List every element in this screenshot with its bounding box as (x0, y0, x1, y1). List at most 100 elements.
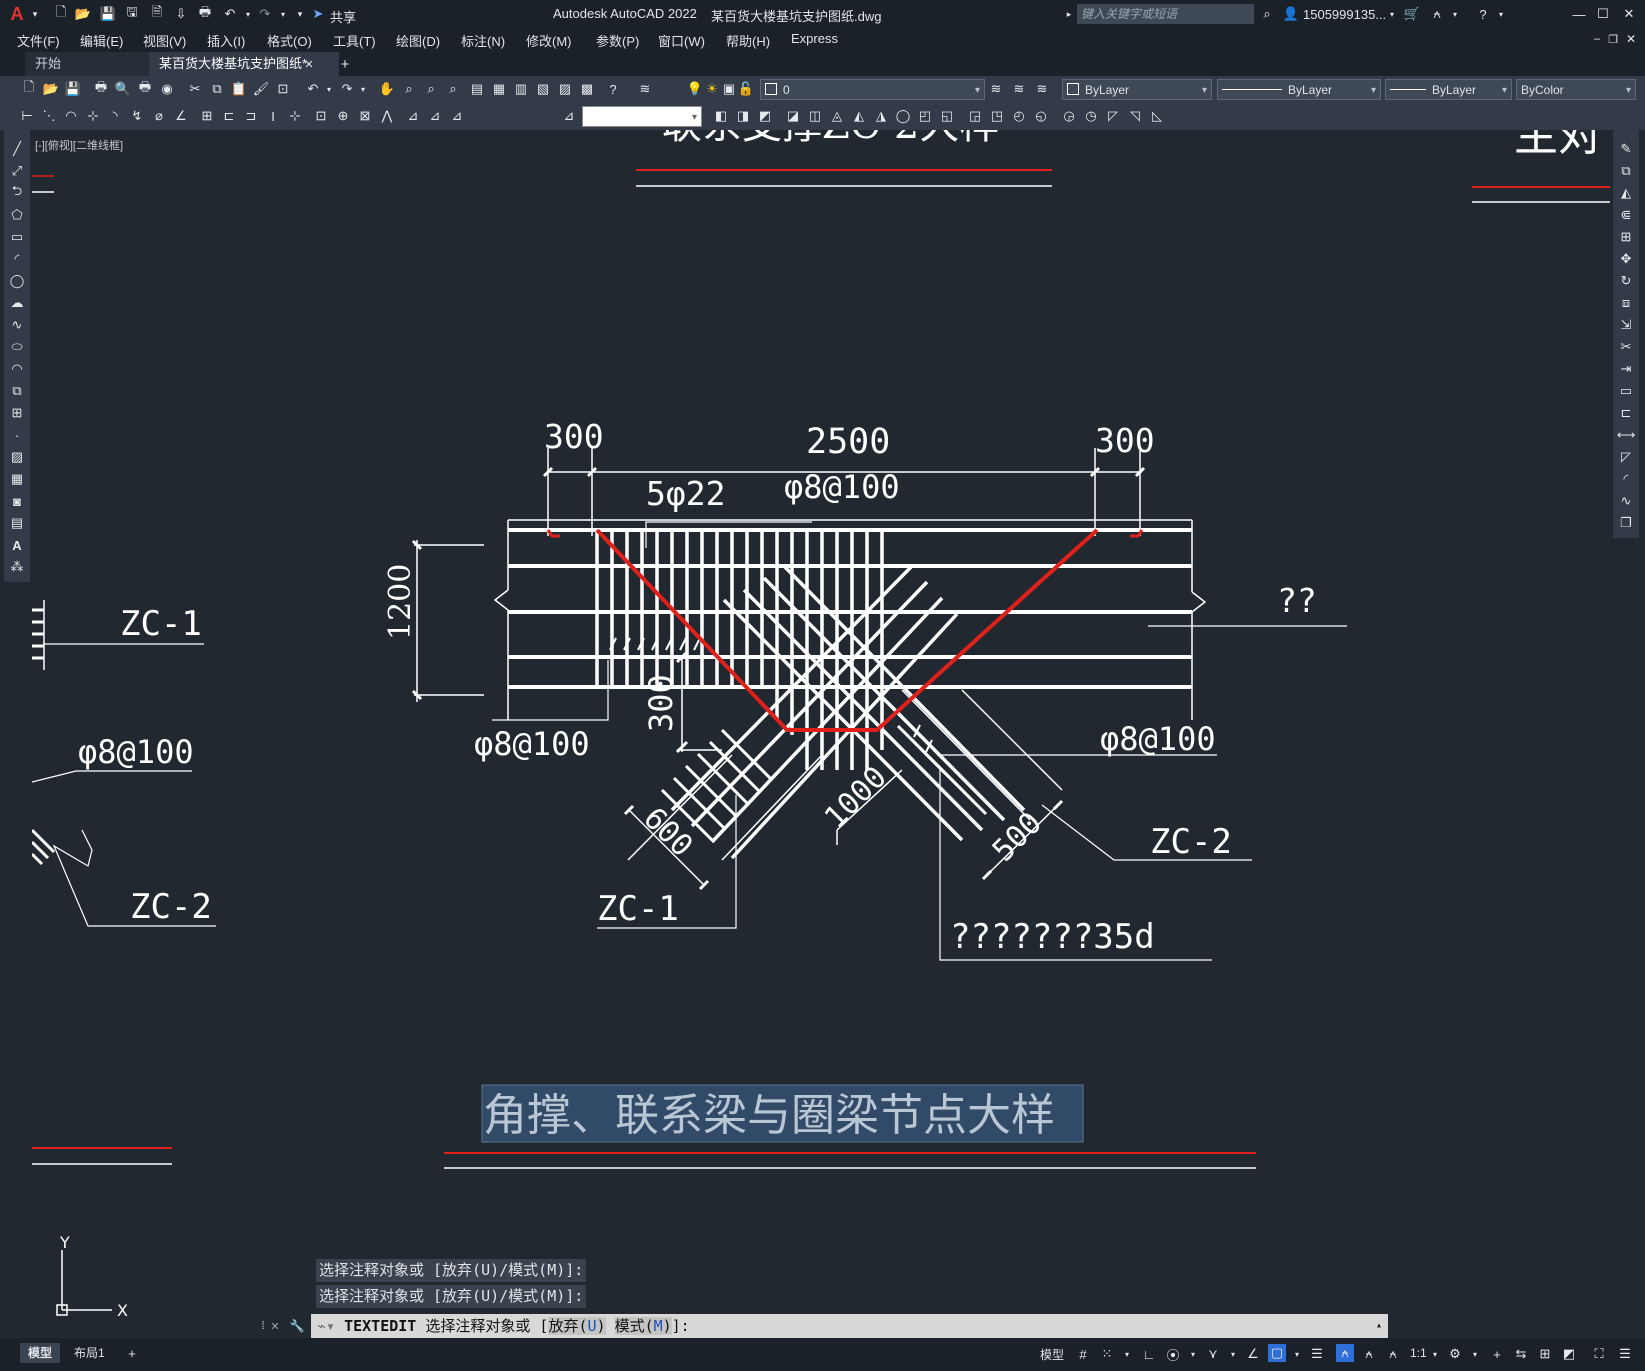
maximize-icon[interactable]: ☐ (1594, 5, 1612, 23)
layer-dropdown[interactable]: 0 ▾ (760, 79, 985, 100)
menu-dimension[interactable]: 标注(N) (461, 31, 505, 50)
baseline-dim-icon[interactable]: ⊏ (220, 107, 238, 125)
annotation-scale-value[interactable]: 1:1 (1410, 1346, 1427, 1360)
color-dropdown[interactable]: ByLayer ▾ (1062, 79, 1212, 100)
menu-help[interactable]: 帮助(H) (726, 31, 770, 50)
block-20-icon[interactable]: ◺ (1148, 107, 1166, 125)
properties-icon[interactable]: ▤ (468, 80, 486, 98)
chamfer-icon[interactable]: ◸ (1617, 448, 1635, 466)
osnap-dropdown-icon[interactable]: ▾ (1288, 1345, 1306, 1363)
new-file-icon[interactable]: 🗋 (52, 4, 70, 23)
move-icon[interactable]: ✥ (1617, 250, 1635, 268)
copy-icon[interactable]: ⧉ (1617, 162, 1635, 180)
undo-icon[interactable]: ↶ (221, 5, 239, 23)
dim-600[interactable]: 600 (636, 801, 699, 864)
isolate-objects-icon[interactable]: ◩ (1560, 1345, 1578, 1363)
jogged-dim-icon[interactable]: ↯ (128, 107, 146, 125)
gradient-icon[interactable]: ▦ (8, 470, 26, 488)
layer-lock-icon[interactable]: 🔓 (737, 80, 755, 98)
search-input[interactable]: 键入关键字或短语 (1077, 4, 1254, 24)
diameter-dim-icon[interactable]: ⌀ (150, 107, 168, 125)
angular-dim-icon[interactable]: ∠ (172, 107, 190, 125)
cart-icon[interactable]: 🛒 (1403, 5, 1421, 23)
make-block-icon[interactable]: ⊞ (8, 404, 26, 422)
menu-modify[interactable]: 修改(M) (526, 31, 572, 50)
block-2-icon[interactable]: ◨ (734, 107, 752, 125)
block-9-icon[interactable]: ◯ (894, 107, 912, 125)
drawing-canvas[interactable]: [-][俯视][二维线框] 联系支撑ZC-2大样 主对 (32, 130, 1610, 1338)
stretch-icon[interactable]: ⇲ (1617, 316, 1635, 334)
ortho-icon[interactable]: ∟ (1140, 1345, 1158, 1363)
region-icon[interactable]: ◙ (8, 492, 26, 510)
command-customize-icon[interactable]: 🔧 (288, 1317, 306, 1335)
layout1-tab[interactable]: 布局1 (66, 1343, 113, 1363)
isodraft-dropdown-icon[interactable]: ▾ (1224, 1345, 1242, 1363)
block-3-icon[interactable]: ◩ (756, 107, 774, 125)
block-editor-icon[interactable]: ⊡ (274, 80, 292, 98)
block-15-icon[interactable]: ◵ (1032, 107, 1050, 125)
dim-1200[interactable]: 1200 (383, 564, 418, 640)
block-13-icon[interactable]: ◳ (988, 107, 1006, 125)
plot-preview-icon[interactable]: 🔍 (114, 80, 132, 98)
quick-properties-icon[interactable]: ⊞ (1536, 1345, 1554, 1363)
publish-tb-icon[interactable]: 🖶 (136, 79, 154, 98)
share-icon[interactable]: ➤ (309, 5, 327, 23)
open-file-icon[interactable]: 📂 (74, 5, 92, 23)
dim-500[interactable]: 500 (986, 806, 1049, 869)
autocad-logo-icon[interactable]: A (8, 4, 26, 24)
search-icon[interactable]: ⌕ (1258, 5, 1276, 23)
block-11-icon[interactable]: ◱ (938, 107, 956, 125)
3d-dwf-icon[interactable]: ◉ (158, 80, 176, 98)
copy-clip-icon[interactable]: ⧉ (208, 80, 226, 98)
zc2-label[interactable]: ZC-2 (1150, 822, 1232, 862)
snap-dropdown-icon[interactable]: ▾ (1118, 1345, 1136, 1363)
zc1-label[interactable]: ZC-1 (597, 889, 679, 929)
rotate-icon[interactable]: ↻ (1617, 272, 1635, 290)
search-expand-icon[interactable]: ▸ (1060, 5, 1078, 23)
undo-dropdown-icon[interactable]: ▾ (239, 5, 257, 23)
design-center-icon[interactable]: ▦ (490, 80, 508, 98)
offset-icon[interactable]: ⋐ (1617, 206, 1635, 224)
snap-icon[interactable]: ⁙ (1098, 1345, 1116, 1363)
dimedit-icon[interactable]: ⊿ (404, 107, 422, 125)
menu-insert[interactable]: 插入(I) (207, 31, 245, 50)
linetype-dropdown[interactable]: ByLayer ▾ (1217, 79, 1381, 100)
lineweight-icon[interactable]: ☰ (1308, 1345, 1326, 1363)
polyline-icon[interactable]: ⮌ (8, 183, 26, 202)
revcloud-icon[interactable]: ☁ (8, 294, 26, 312)
dim-300-right[interactable]: 300 (1095, 421, 1155, 460)
annotation-scale-icon[interactable]: ⍲ (1384, 1345, 1402, 1363)
isodraft-icon[interactable]: ⋎ (1204, 1345, 1222, 1363)
spline-icon[interactable]: ∿ (8, 316, 26, 334)
save-as-icon[interactable]: 🖫 (123, 4, 141, 23)
option-mode[interactable]: 模式(M) (614, 1317, 672, 1335)
save-icon[interactable]: 💾 (99, 5, 117, 23)
add-selected-icon[interactable]: ⁂ (8, 558, 26, 576)
dim-300-left[interactable]: 300 (544, 417, 604, 456)
dim-2500[interactable]: 2500 (806, 422, 890, 462)
break-point-icon[interactable]: ▭ (1617, 382, 1635, 400)
aligned-dim-icon[interactable]: ⋱ (40, 107, 58, 125)
mtext-icon[interactable]: A (8, 536, 26, 554)
qnew-icon[interactable]: 🗋 (20, 79, 38, 98)
units-icon[interactable]: ⇆ (1512, 1345, 1530, 1363)
stirrup-left-label[interactable]: φ8@100 (474, 725, 590, 763)
left-stirrup-label[interactable]: φ8@100 (78, 733, 194, 771)
scale-dropdown-icon[interactable]: ▾ (1426, 1345, 1444, 1363)
layer-on-icon[interactable]: 💡 (686, 80, 704, 98)
arc-length-icon[interactable]: ◠ (62, 107, 80, 125)
hatch-icon[interactable]: ▨ (8, 448, 26, 466)
clean-screen-icon[interactable]: ⛶ (1590, 1345, 1608, 1363)
explode-icon[interactable]: ❐ (1617, 514, 1635, 532)
redo-dropdown-icon[interactable]: ▾ (274, 5, 292, 23)
block-19-icon[interactable]: ◹ (1126, 107, 1144, 125)
menu-draw[interactable]: 绘图(D) (396, 31, 440, 50)
jogged-linear-icon[interactable]: ⋀ (378, 107, 396, 125)
inspect-icon[interactable]: ⊠ (356, 107, 374, 125)
plotstyle-dropdown[interactable]: ByColor ▾ (1516, 79, 1636, 100)
open-icon[interactable]: 📂 (42, 80, 60, 98)
polar-icon[interactable]: ⦿ (1164, 1345, 1182, 1363)
command-expand-icon[interactable]: ▴ (1376, 1314, 1382, 1338)
stirrup-right-label[interactable]: φ8@100 (1100, 720, 1216, 758)
autoscale-icon[interactable]: ⍲ (1360, 1345, 1378, 1363)
